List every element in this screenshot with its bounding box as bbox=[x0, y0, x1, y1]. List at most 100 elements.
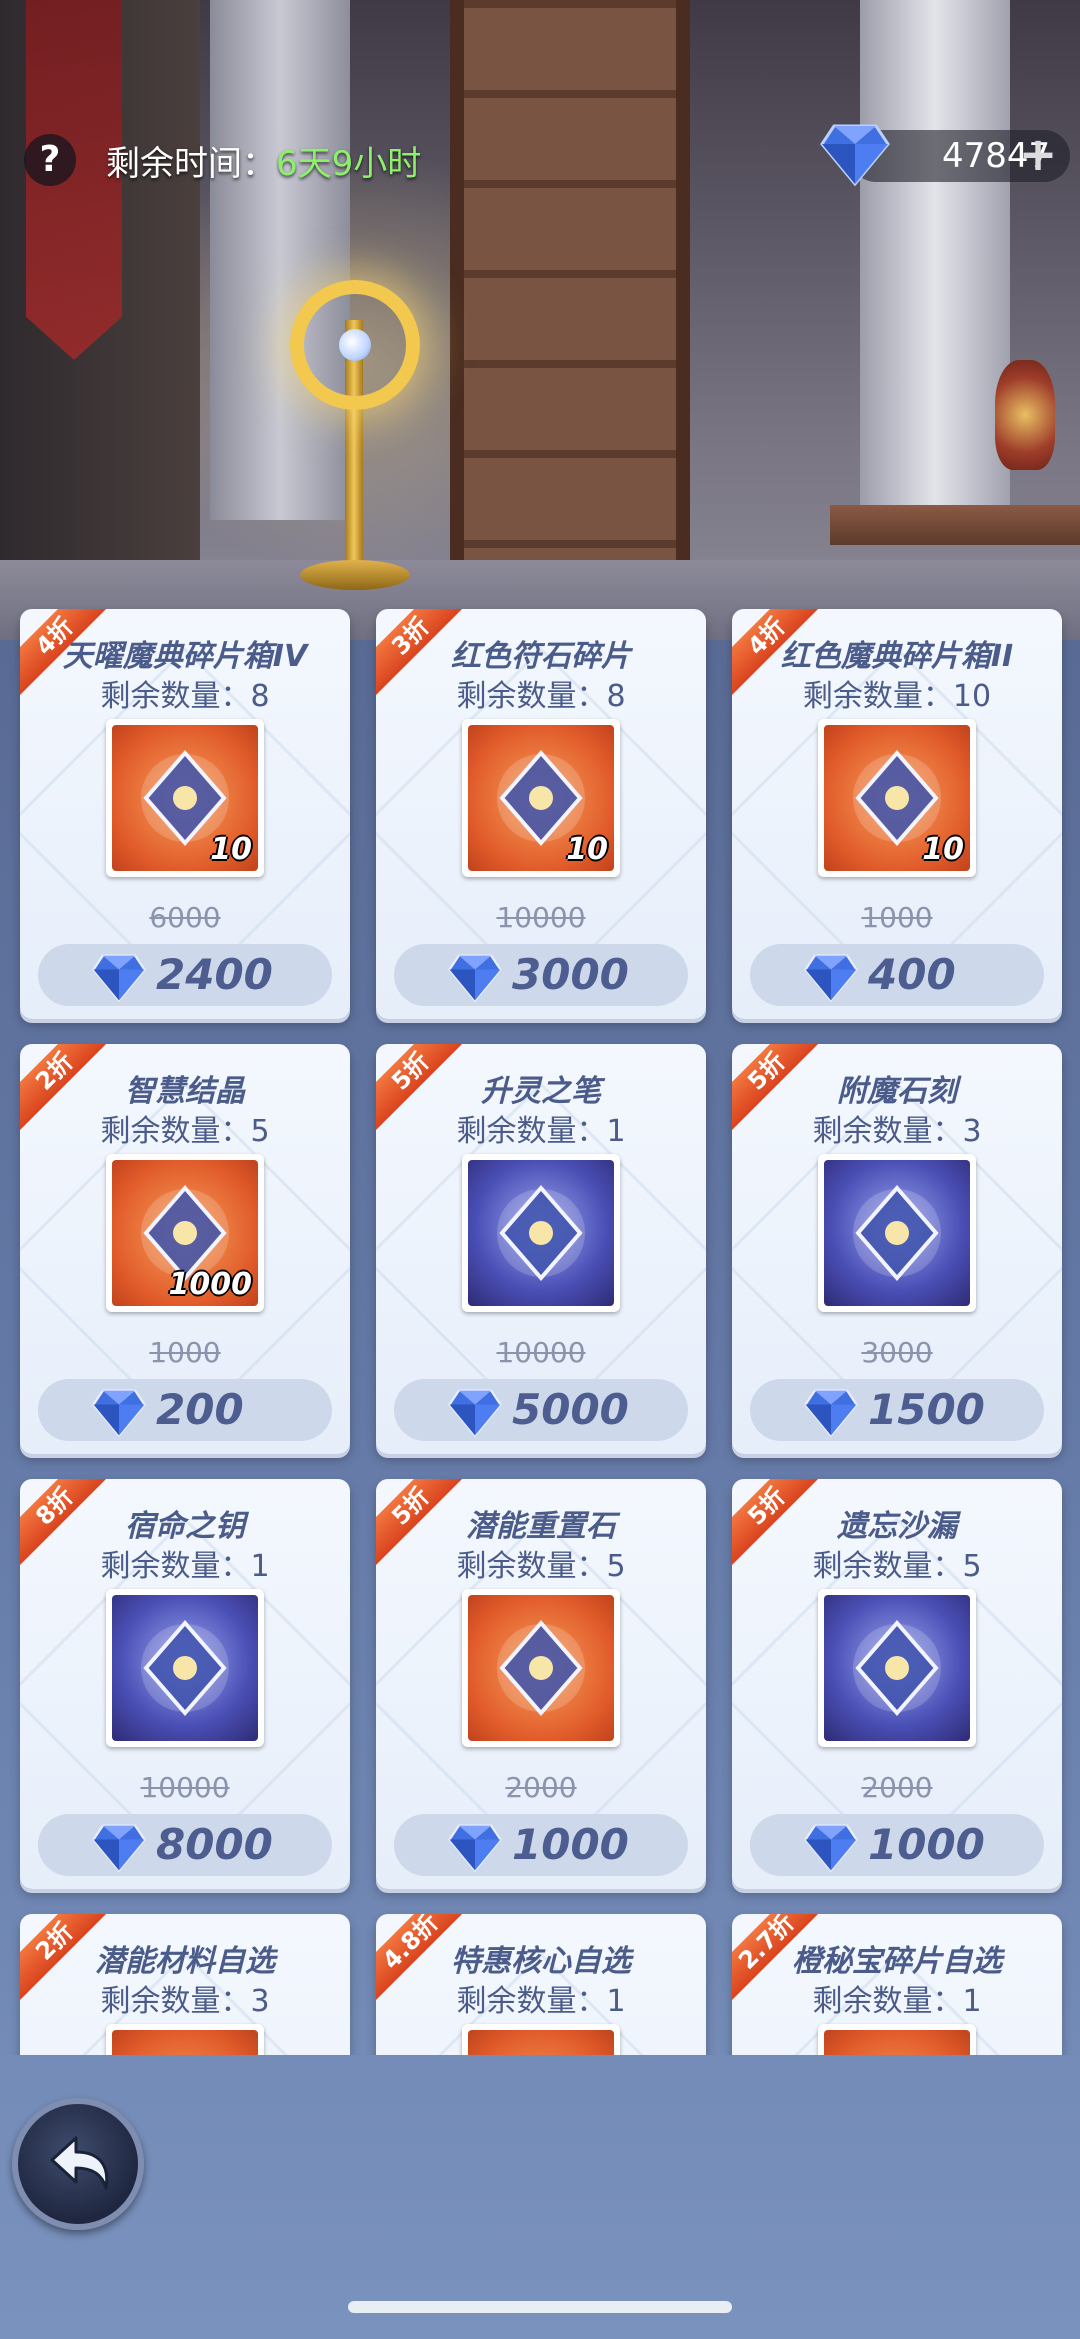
item-remaining-quantity: 剩余数量：8 bbox=[100, 679, 270, 714]
item-icon-frame[interactable] bbox=[106, 1589, 264, 1747]
item-name: 红色符石碎片 bbox=[451, 639, 631, 674]
original-price: 2000 bbox=[861, 1771, 933, 1804]
original-price: 10000 bbox=[496, 1336, 586, 1369]
item-icon-frame[interactable] bbox=[462, 1589, 620, 1747]
item-stack-count: 10 bbox=[922, 832, 964, 867]
sale-price: 8000 bbox=[156, 1820, 273, 1869]
core-select-icon bbox=[468, 2030, 614, 2055]
library-background bbox=[0, 0, 1080, 640]
sale-price: 1000 bbox=[512, 1820, 629, 1869]
original-price: 3000 bbox=[861, 1336, 933, 1369]
item-icon-frame[interactable] bbox=[818, 1589, 976, 1747]
sale-price: 2400 bbox=[156, 950, 273, 999]
shop-item-card[interactable]: 5折 升灵之笔 剩余数量：1 10000 5000 bbox=[376, 1044, 706, 1454]
remaining-time: 剩余时间：6天9小时 bbox=[106, 136, 421, 185]
shop-item-card[interactable]: 5折 遗忘沙漏 剩余数量：5 2000 1000 bbox=[732, 1479, 1062, 1889]
item-remaining-quantity: 剩余数量：1 bbox=[456, 1984, 626, 2019]
potential-reset-stone-icon bbox=[468, 1595, 614, 1741]
sale-price: 5000 bbox=[512, 1385, 629, 1434]
item-name: 潜能材料自选 bbox=[95, 1944, 275, 1979]
item-stack-count: 10 bbox=[210, 832, 252, 867]
wooden-table bbox=[830, 505, 1080, 545]
diamond-gem-icon bbox=[92, 1824, 146, 1876]
item-icon-frame[interactable]: 10 bbox=[106, 719, 264, 877]
diamond-gem-icon bbox=[448, 1824, 502, 1876]
item-name: 特惠核心自选 bbox=[451, 1944, 631, 1979]
item-remaining-quantity: 剩余数量：3 bbox=[100, 1984, 270, 2019]
item-icon-frame[interactable]: 1000 bbox=[106, 1154, 264, 1312]
bookshelf bbox=[450, 0, 690, 600]
sale-price: 3000 bbox=[512, 950, 629, 999]
buy-button[interactable]: 200 bbox=[38, 1379, 332, 1441]
item-name: 遗忘沙漏 bbox=[837, 1509, 957, 1544]
material-select-icon bbox=[112, 2030, 258, 2055]
item-stack-count: 10 bbox=[566, 832, 608, 867]
question-icon: ? bbox=[39, 139, 61, 180]
diamond-gem-icon bbox=[804, 1389, 858, 1441]
hourglass-icon bbox=[824, 1595, 970, 1741]
undo-arrow-icon bbox=[50, 2136, 109, 2190]
stone-pillar-left bbox=[210, 0, 350, 520]
item-icon-frame[interactable] bbox=[818, 2024, 976, 2055]
item-remaining-quantity: 剩余数量：3 bbox=[812, 1114, 982, 1149]
buy-button[interactable]: 1500 bbox=[750, 1379, 1044, 1441]
remaining-time-value: 6天9小时 bbox=[276, 144, 422, 184]
diamond-gem-icon bbox=[448, 1389, 502, 1441]
item-remaining-quantity: 剩余数量：8 bbox=[456, 679, 626, 714]
help-button[interactable]: ? bbox=[24, 134, 76, 186]
shop-item-card[interactable]: 5折 附魔石刻 剩余数量：3 3000 1500 bbox=[732, 1044, 1062, 1454]
buy-button[interactable]: 8000 bbox=[38, 1814, 332, 1876]
item-icon-frame[interactable]: 10 bbox=[818, 719, 976, 877]
buy-button[interactable]: 1000 bbox=[394, 1814, 688, 1876]
shop-item-card[interactable]: 4折 红色魔典碎片箱II 剩余数量：10 10 1000 400 bbox=[732, 609, 1062, 1019]
item-name: 智慧结晶 bbox=[125, 1074, 245, 1109]
remaining-time-label: 剩余时间： bbox=[106, 144, 276, 184]
item-remaining-quantity: 剩余数量：10 bbox=[802, 679, 992, 714]
shop-item-card[interactable]: 4.8折 特惠核心自选 剩余数量：1 bbox=[376, 1914, 706, 2055]
glowing-orb bbox=[339, 329, 371, 361]
ornate-vase bbox=[995, 360, 1055, 470]
diamond-gem-icon bbox=[804, 1824, 858, 1876]
shop-item-card[interactable]: 5折 潜能重置石 剩余数量：5 2000 1000 bbox=[376, 1479, 706, 1889]
sale-price: 200 bbox=[156, 1385, 244, 1434]
plus-icon: + bbox=[1018, 127, 1058, 181]
item-name: 宿命之钥 bbox=[125, 1509, 245, 1544]
orange-treasure-select-icon bbox=[824, 2030, 970, 2055]
diamond-gem-icon bbox=[92, 954, 146, 1006]
original-price: 10000 bbox=[496, 901, 586, 934]
shop-item-card[interactable]: 3折 红色符石碎片 剩余数量：8 10 10000 3000 bbox=[376, 609, 706, 1019]
item-name: 升灵之笔 bbox=[481, 1074, 601, 1109]
shop-item-card[interactable]: 4折 天曜魔典碎片箱IV 剩余数量：8 10 6000 2400 bbox=[20, 609, 350, 1019]
treasure-chest-blue-icon: 10 bbox=[824, 725, 970, 871]
item-icon-frame[interactable] bbox=[462, 1154, 620, 1312]
currency-bar: 47847 + bbox=[820, 124, 1070, 187]
item-remaining-quantity: 剩余数量：1 bbox=[100, 1549, 270, 1584]
shop-item-card[interactable]: 2折 潜能材料自选 剩余数量：3 bbox=[20, 1914, 350, 2055]
item-icon-frame[interactable] bbox=[818, 1154, 976, 1312]
item-remaining-quantity: 剩余数量：1 bbox=[812, 1984, 982, 2019]
item-remaining-quantity: 剩余数量：5 bbox=[456, 1549, 626, 1584]
add-gems-button[interactable]: + bbox=[1016, 131, 1060, 178]
item-name: 红色魔典碎片箱II bbox=[780, 639, 1014, 674]
buy-button[interactable]: 3000 bbox=[394, 944, 688, 1006]
sale-price: 400 bbox=[868, 950, 956, 999]
item-remaining-quantity: 剩余数量：5 bbox=[812, 1549, 982, 1584]
shop-item-card[interactable]: 2.7折 橙秘宝碎片自选 剩余数量：1 bbox=[732, 1914, 1062, 2055]
item-icon-frame[interactable]: 10 bbox=[462, 719, 620, 877]
buy-button[interactable]: 5000 bbox=[394, 1379, 688, 1441]
item-icon-frame[interactable] bbox=[462, 2024, 620, 2055]
original-price: 1000 bbox=[861, 901, 933, 934]
shop-item-card[interactable]: 8折 宿命之钥 剩余数量：1 10000 8000 bbox=[20, 1479, 350, 1889]
home-indicator[interactable] bbox=[348, 2301, 732, 2313]
orb-base bbox=[300, 560, 410, 590]
buy-button[interactable]: 1000 bbox=[750, 1814, 1044, 1876]
stone-pillar-right bbox=[860, 0, 1010, 520]
item-remaining-quantity: 剩余数量：1 bbox=[456, 1114, 626, 1149]
buy-button[interactable]: 2400 bbox=[38, 944, 332, 1006]
item-name: 橙秘宝碎片自选 bbox=[792, 1944, 1002, 1979]
buy-button[interactable]: 400 bbox=[750, 944, 1044, 1006]
back-button[interactable] bbox=[12, 2098, 144, 2230]
sale-price: 1000 bbox=[868, 1820, 985, 1869]
shop-item-card[interactable]: 2折 智慧结晶 剩余数量：5 1000 1000 200 bbox=[20, 1044, 350, 1454]
item-icon-frame[interactable] bbox=[106, 2024, 264, 2055]
